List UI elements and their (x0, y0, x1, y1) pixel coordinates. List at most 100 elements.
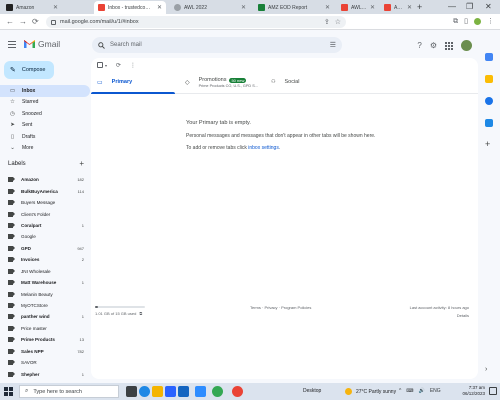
label-item[interactable]: Google (0, 231, 90, 242)
file-explorer-icon[interactable] (152, 386, 163, 397)
tab-promotions[interactable]: ◇ Promotions 50 new Prime Products CO, U… (185, 72, 258, 94)
tab-primary[interactable]: ▭ Primary (97, 72, 132, 94)
url-text[interactable]: mail.google.com/mail/u/1/#inbox (60, 19, 319, 25)
sidebar-icon[interactable]: ▯ (464, 17, 468, 27)
label-item[interactable]: Prime Products 13 (0, 334, 90, 345)
search-icon[interactable] (98, 41, 105, 49)
calendar-icon[interactable] (485, 53, 493, 61)
more-options-icon[interactable]: ⋮ (130, 62, 136, 69)
settings-icon[interactable]: ⚙ (430, 41, 437, 50)
chevron-down-icon[interactable]: ▾ (105, 63, 107, 68)
reload-button[interactable]: ⟳ (32, 17, 39, 27)
keyboard-icon[interactable]: ⌨ (406, 388, 413, 394)
label-item[interactable]: MyOTCStore (0, 300, 90, 311)
share-icon[interactable]: ⇪ (324, 18, 330, 26)
taskbar-search-field[interactable]: ⌕ Type here to search (19, 385, 119, 398)
add-label-button[interactable]: + (79, 160, 84, 168)
browser-tab-amazon[interactable]: Amazon ✕ (2, 1, 62, 14)
account-avatar[interactable] (461, 40, 472, 51)
search-bar[interactable]: Search mail ☰ (92, 37, 342, 53)
nav-item-more[interactable]: ⌄ More (0, 143, 90, 155)
close-tab-icon[interactable]: ✕ (325, 4, 330, 11)
label-item[interactable]: Shepher 1 (0, 368, 90, 379)
browser-tab-amz-eod-report[interactable]: AMZ EOD Report ✕ (254, 1, 334, 14)
search-options-icon[interactable]: ☰ (330, 41, 336, 49)
windows-start-icon[interactable] (4, 387, 13, 396)
policy-links[interactable]: Terms · Privacy · Program Policies (250, 305, 311, 310)
zoom-icon[interactable] (195, 386, 206, 397)
inbox-settings-link[interactable]: inbox settings (248, 145, 279, 151)
label-item[interactable]: BulkBuyAmerica 114 (0, 185, 90, 196)
browser-tab-awl-label-2[interactable]: AWL LABEL ✕ (380, 1, 416, 14)
tab-social[interactable]: ⚇ Social (271, 72, 299, 94)
contacts-icon[interactable] (485, 119, 493, 127)
select-all-control[interactable]: ▾ (97, 62, 107, 68)
nav-item-drafts[interactable]: ▯ Drafts (0, 131, 90, 143)
language-indicator[interactable]: ENG (430, 388, 441, 394)
nav-item-starred[interactable]: ☆ Starred (0, 97, 90, 109)
label-item[interactable]: panther wind 1 (0, 311, 90, 322)
label-item[interactable]: Invoices 2 (0, 254, 90, 265)
compose-button[interactable]: ✎ Compose (4, 61, 54, 79)
edge-icon[interactable] (139, 386, 150, 397)
details-link[interactable]: Details (457, 313, 469, 318)
search-input[interactable]: Search mail (110, 42, 330, 48)
help-icon[interactable]: ? (417, 41, 421, 50)
restore-button[interactable]: ❐ (466, 1, 473, 12)
browser-tab-inbox[interactable]: Inbox - trustedcom120... ✕ (94, 1, 166, 14)
label-item[interactable]: JNI Wholesale (0, 266, 90, 277)
clock[interactable]: 7:37 am 06/12/2023 (455, 385, 485, 397)
weather-widget[interactable]: 27°C Partly sunny (345, 388, 396, 395)
main-menu-icon[interactable] (8, 41, 16, 50)
close-tab-icon[interactable]: ✕ (53, 4, 58, 11)
label-item[interactable]: Coralpart 1 (0, 220, 90, 231)
label-item[interactable]: Price master (0, 323, 90, 334)
close-tab-icon[interactable]: ✕ (241, 4, 246, 11)
close-tab-icon[interactable]: ✕ (157, 4, 162, 11)
refresh-icon[interactable]: ⟳ (116, 62, 121, 69)
back-button[interactable]: ← (6, 17, 14, 27)
desktop-toolbar-label[interactable]: Desktop (303, 388, 321, 394)
google-apps-icon[interactable] (445, 41, 453, 50)
show-hidden-icons-icon[interactable]: ^ (399, 388, 401, 394)
label-item[interactable]: Buyers Message (0, 197, 90, 208)
label-item[interactable]: Matt Warehouse 1 (0, 277, 90, 288)
label-item[interactable]: SAVOR (0, 357, 90, 368)
nav-item-sent[interactable]: ➤ Sent (0, 120, 90, 132)
label-item[interactable]: Melanin Beauty (0, 288, 90, 299)
tasks-icon[interactable] (485, 97, 493, 105)
select-all-checkbox[interactable] (97, 62, 103, 68)
browser-tab-awl-label-1[interactable]: AWL LABEL - AWL LABEL ✕ (337, 1, 379, 14)
menu-icon[interactable]: ⋮ (487, 17, 494, 27)
chrome-icon[interactable] (212, 386, 223, 397)
close-tab-icon[interactable]: ✕ (370, 4, 375, 11)
gmail-logo[interactable]: Gmail (24, 39, 60, 49)
nav-item-inbox[interactable]: ▭ Inbox (0, 85, 90, 97)
lock-icon[interactable] (51, 19, 56, 25)
task-view-icon[interactable] (126, 386, 137, 397)
mail-icon[interactable] (178, 386, 189, 397)
profile-icon[interactable] (474, 18, 481, 25)
forward-button[interactable]: → (19, 17, 27, 27)
minimize-button[interactable]: — (448, 1, 456, 12)
external-link-icon[interactable]: ⧉ (139, 311, 142, 316)
volume-icon[interactable]: 🔊 (419, 388, 425, 394)
label-item[interactable]: Sales NPP 782 (0, 346, 90, 357)
star-icon[interactable]: ☆ (335, 18, 341, 26)
chevron-right-icon[interactable]: › (485, 366, 487, 373)
label-item[interactable]: GPD 947 (0, 243, 90, 254)
get-addons-icon[interactable]: + (485, 139, 490, 149)
close-tab-icon[interactable]: ✕ (407, 4, 412, 11)
label-item[interactable]: Amazon 182 (0, 174, 90, 185)
url-field[interactable]: mail.google.com/mail/u/1/#inbox ⇪ ☆ (46, 16, 346, 28)
keep-icon[interactable] (485, 75, 493, 83)
extension-icon[interactable]: ⧉ (453, 17, 458, 27)
new-tab-button[interactable]: + (417, 2, 422, 12)
store-icon[interactable] (165, 386, 176, 397)
notifications-icon[interactable] (489, 387, 497, 395)
nav-item-snoozed[interactable]: ◷ Snoozed (0, 108, 90, 120)
chrome-profile-icon[interactable] (232, 386, 243, 397)
close-window-button[interactable]: ✕ (485, 1, 492, 12)
label-item[interactable]: Client's Folder (0, 208, 90, 219)
browser-tab-awl-2022[interactable]: AWL 2022 ✕ (170, 1, 250, 14)
